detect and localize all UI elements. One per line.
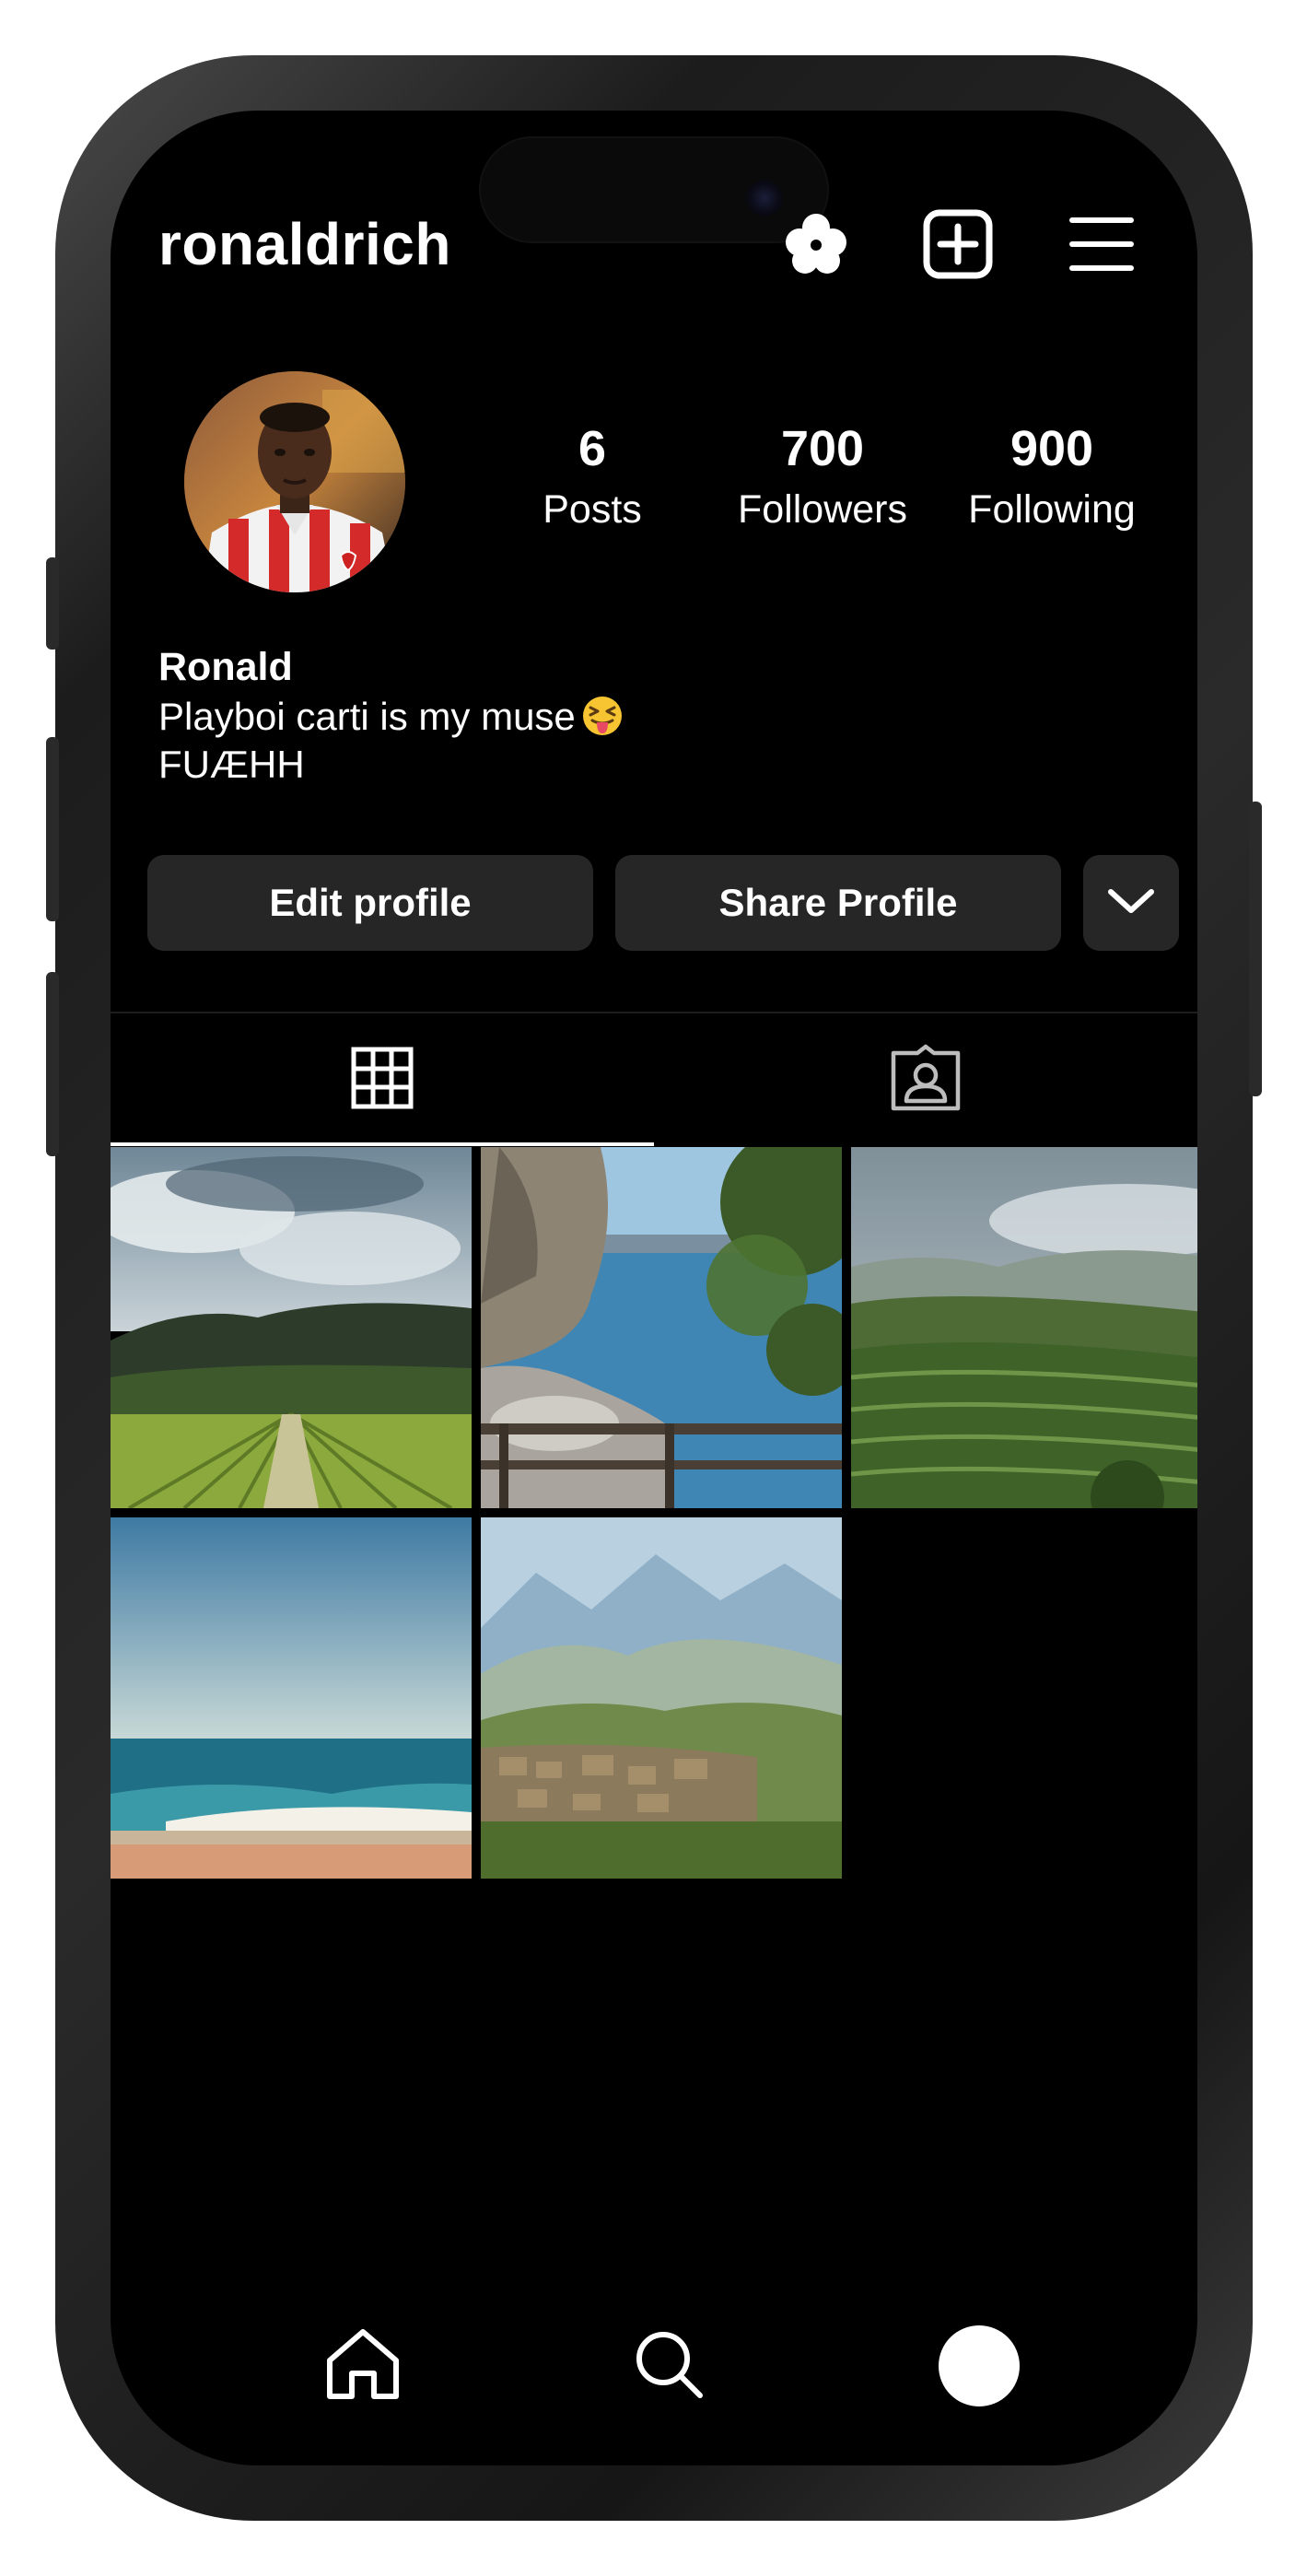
posts-label: Posts [543,487,642,532]
screen: ronaldrich 6 Posts 700 Followers 900 Fol… [111,111,1197,2465]
post-thumbnail-3[interactable] [851,1147,1197,1508]
profile-avatar-icon [939,2325,1020,2406]
post-thumbnail-1[interactable] [111,1147,472,1508]
profile-avatar[interactable] [184,371,405,592]
following-count: 900 [1009,421,1094,476]
profile-username[interactable]: ronaldrich [158,210,451,278]
home-icon [324,2327,402,2406]
followers-count: 700 [780,421,865,476]
discover-people-button[interactable] [1083,855,1179,951]
squinting-tongue-emoji-icon [581,695,624,737]
active-tab-indicator [111,1142,654,1146]
followers-stat[interactable]: 700 Followers [738,419,907,535]
chevron-down-icon [1107,881,1155,925]
nav-profile[interactable] [933,2320,1025,2412]
posts-stat[interactable]: 6 Posts [543,419,642,535]
tab-tagged[interactable] [654,1013,1197,1147]
bio-line: Playboi carti is my muse [158,695,624,739]
volume-down-button [46,972,59,1156]
search-icon [632,2327,706,2406]
bio-line-2: FUÆHH [158,743,305,786]
threads-icon[interactable] [779,207,853,281]
profile-display-name: Ronald [158,645,293,689]
tagged-icon [890,1044,962,1117]
tab-posts-grid[interactable] [111,1013,654,1147]
nav-home[interactable] [317,2320,409,2412]
volume-up-button [46,737,59,921]
bio-text: Playboi carti is my muse [158,695,576,738]
menu-icon[interactable] [1065,207,1138,281]
nav-search[interactable] [623,2320,715,2412]
edit-profile-button[interactable]: Edit profile [147,855,593,951]
following-label: Following [968,487,1136,532]
front-camera [746,180,783,217]
post-thumbnail-2[interactable] [481,1147,842,1508]
action-button [46,557,59,650]
post-thumbnail-4[interactable] [111,1517,472,1879]
power-button [1249,802,1262,1096]
following-stat[interactable]: 900 Following [968,419,1136,535]
posts-count: 6 [578,421,607,476]
grid-icon [351,1047,414,1114]
add-post-icon[interactable] [921,207,995,281]
followers-label: Followers [738,487,907,532]
share-profile-button[interactable]: Share Profile [615,855,1061,951]
post-thumbnail-5[interactable] [481,1517,842,1879]
